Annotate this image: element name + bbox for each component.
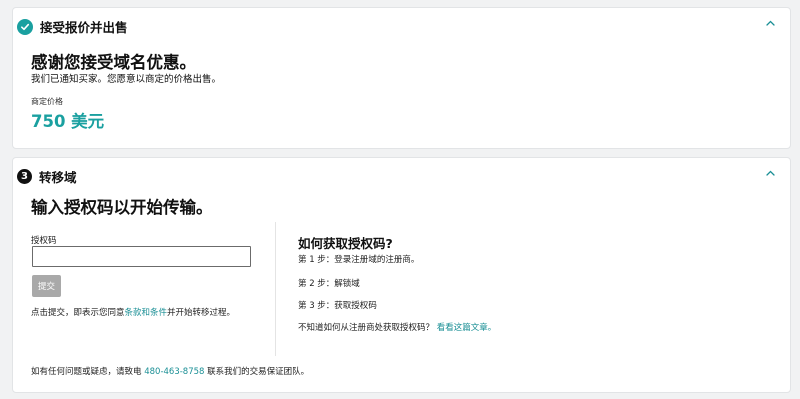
terms-suffix: 并开始转移过程。 — [167, 308, 236, 318]
transfer-heading: 输入授权码以开始传输。 — [31, 198, 213, 217]
terms-prefix: 点击提交，即表示您同意 — [31, 308, 125, 318]
howto-step-1: 第 1 步：登录注册域的注册商。 — [298, 255, 420, 265]
howto-step-3: 第 3 步：获取授权码 — [298, 301, 377, 311]
contact-line: 如有任何问题或疑虑，请致电 480-463-8758 联系我们的交易保证团队。 — [31, 365, 309, 377]
step-number-badge: 3 — [17, 169, 32, 184]
transfer-domain-header[interactable]: 3 转移域 — [17, 167, 77, 186]
help-article-link[interactable]: 看看这篇文章。 — [437, 323, 497, 333]
terms-link[interactable]: 条款和条件 — [125, 308, 168, 318]
accept-heading: 感谢您接受域名优惠。 — [31, 53, 196, 72]
transfer-domain-title: 转移域 — [39, 170, 77, 185]
contact-prefix: 如有任何问题或疑虑，请致电 — [31, 367, 145, 377]
agreed-price-value: 750 美元 — [31, 112, 105, 131]
howto-step-2: 第 2 步：解锁域 — [298, 279, 360, 289]
chevron-up-icon[interactable] — [764, 168, 776, 178]
contact-suffix: 联系我们的交易保证团队。 — [204, 367, 310, 377]
chevron-up-icon[interactable] — [764, 18, 776, 28]
checkmark-circle-icon — [17, 18, 33, 35]
agreed-price-label: 商定价格 — [31, 97, 63, 106]
help-line: 不知道如何从注册商处获取授权码？ 看看这篇文章。 — [298, 321, 496, 333]
auth-code-input[interactable] — [32, 246, 251, 267]
submit-button[interactable]: 提交 — [32, 275, 61, 297]
howto-title: 如何获取授权码? — [298, 236, 393, 251]
accept-message: 我们已通知买家。您愿意以商定的价格出售。 — [31, 74, 222, 85]
column-divider — [275, 222, 276, 356]
accept-offer-header[interactable]: 接受报价并出售 — [17, 17, 128, 36]
accept-offer-title: 接受报价并出售 — [40, 20, 128, 35]
auth-code-label: 授权码 — [31, 236, 57, 246]
terms-notice: 点击提交，即表示您同意条款和条件并开始转移过程。 — [31, 306, 235, 318]
accept-offer-card: 接受报价并出售 感谢您接受域名优惠。 我们已通知买家。您愿意以商定的价格出售。 … — [12, 7, 791, 149]
contact-phone-link[interactable]: 480-463-8758 — [144, 367, 204, 377]
help-text: 不知道如何从注册商处获取授权码？ — [298, 323, 435, 333]
transfer-domain-card: 3 转移域 输入授权码以开始传输。 授权码 提交 点击提交，即表示您同意条款和条… — [12, 157, 791, 393]
